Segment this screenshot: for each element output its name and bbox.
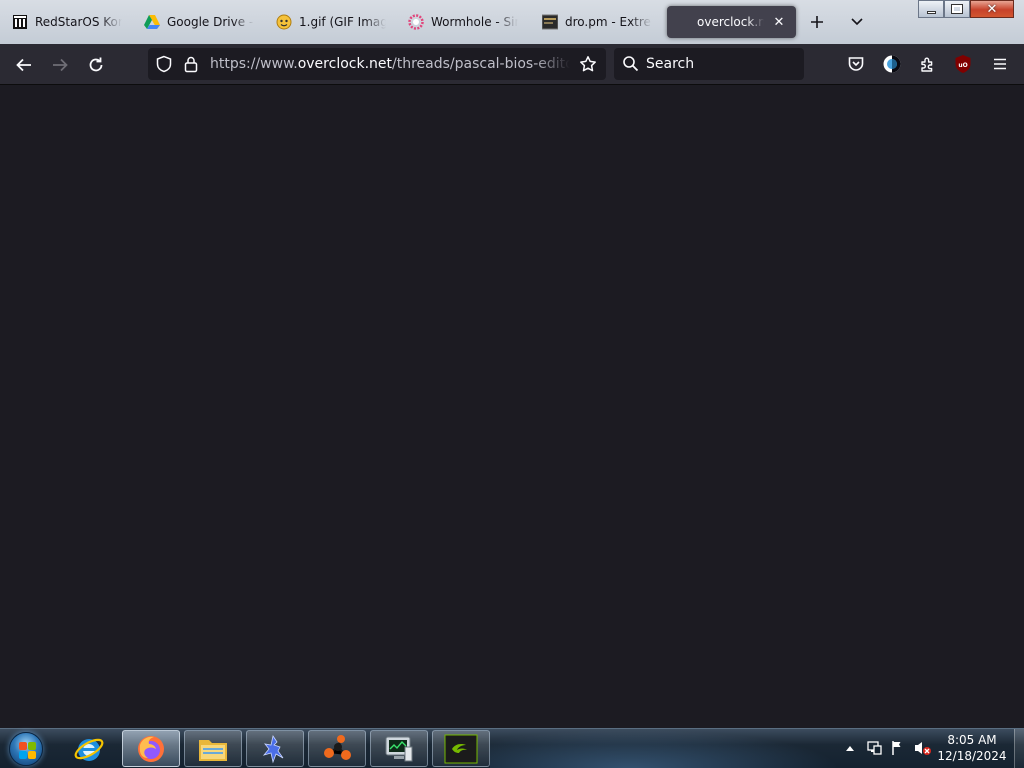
tab-dro-pm[interactable]: dro.pm - Extrem [534,6,660,38]
wormhole-icon [408,14,424,30]
taskbar-file-explorer[interactable] [184,730,242,767]
application-menu-icon[interactable] [987,51,1013,77]
window-controls: ✕ [918,0,1014,18]
new-tab-button[interactable] [803,8,831,36]
clock-time: 8:05 AM [947,733,997,747]
system-monitor-app-icon [385,736,413,761]
tab-label: 1.gif (GIF Image, [299,15,386,29]
action-center-flag-icon[interactable] [888,733,908,763]
nvidia-icon [444,734,478,763]
search-icon [622,55,639,76]
minimize-button[interactable] [918,0,944,18]
url-prefix: https://www. [210,56,298,72]
ublock-origin-icon[interactable]: uO [950,51,976,77]
forward-button[interactable] [45,50,75,80]
reload-button[interactable] [81,50,111,80]
url-host: overclock.net [297,56,392,72]
show-desktop-button[interactable] [1014,729,1024,768]
firefox-icon [138,735,164,762]
url-bar[interactable]: https://www.overclock.net/threads/pascal… [148,48,606,80]
page-content-area[interactable] [0,85,1024,728]
url-text[interactable]: https://www.overclock.net/threads/pascal… [210,56,570,72]
dark-reader-extension-icon[interactable] [879,51,905,77]
tracking-protection-shield-icon[interactable] [155,55,173,77]
pocket-icon[interactable] [843,51,869,77]
taskbar-internet-explorer[interactable] [60,730,118,767]
taskbar-app-orange-network[interactable] [308,730,366,767]
url-path: /threads/pascal-bios-editor-any- [392,56,570,72]
windows-logo-icon [9,732,43,766]
back-button[interactable] [9,50,39,80]
folder-icon [199,739,227,761]
gif-emoji-icon [276,14,292,30]
taskbar-nvidia[interactable] [432,730,490,767]
taskbar-firefox[interactable] [122,730,180,767]
tab-label: RedStarOS Korea [35,15,122,29]
lock-icon[interactable] [183,55,199,77]
start-button[interactable] [6,731,46,767]
tab-label: overclock.net [697,15,764,29]
search-bar[interactable]: Search [614,48,804,80]
tab-gif-image[interactable]: 1.gif (GIF Image, [268,6,394,38]
blue-figure-app-icon [262,734,284,763]
tab-redstaros[interactable]: RedStarOS Korea [4,6,130,38]
list-all-tabs-button[interactable] [843,8,871,36]
search-placeholder: Search [646,56,695,72]
clock-date: 12/18/2024 [937,749,1007,763]
taskbar-glow [490,729,840,768]
columns-icon [12,14,28,30]
taskbar-clock[interactable]: 8:05 AM 12/18/2024 [936,732,1008,764]
extensions-puzzle-icon[interactable] [915,51,941,77]
taskbar-app-system-monitor[interactable] [370,730,428,767]
maximize-button[interactable] [944,0,970,18]
close-tab-icon[interactable]: ✕ [770,13,788,31]
orange-network-app-icon [324,734,351,760]
google-drive-icon [144,14,160,30]
bookmark-star-icon[interactable] [579,55,597,77]
show-hidden-icons-arrow[interactable] [842,733,858,763]
close-window-button[interactable]: ✕ [970,0,1014,18]
tab-label: Google Drive - V [167,15,254,29]
tab-label: Wormhole - Simp [431,15,518,29]
taskbar-app-blue-figure[interactable] [246,730,304,767]
svg-text:uO: uO [958,62,967,69]
tab-google-drive[interactable]: Google Drive - V [136,6,262,38]
tab-overclock-active[interactable]: overclock.net ✕ [667,6,796,38]
internet-explorer-icon [74,738,104,761]
network-tray-icon[interactable] [864,733,884,763]
dro-pm-icon [542,14,558,30]
tab-label: dro.pm - Extrem [565,15,652,29]
volume-muted-icon[interactable] [912,733,934,763]
tab-wormhole[interactable]: Wormhole - Simp [400,6,526,38]
